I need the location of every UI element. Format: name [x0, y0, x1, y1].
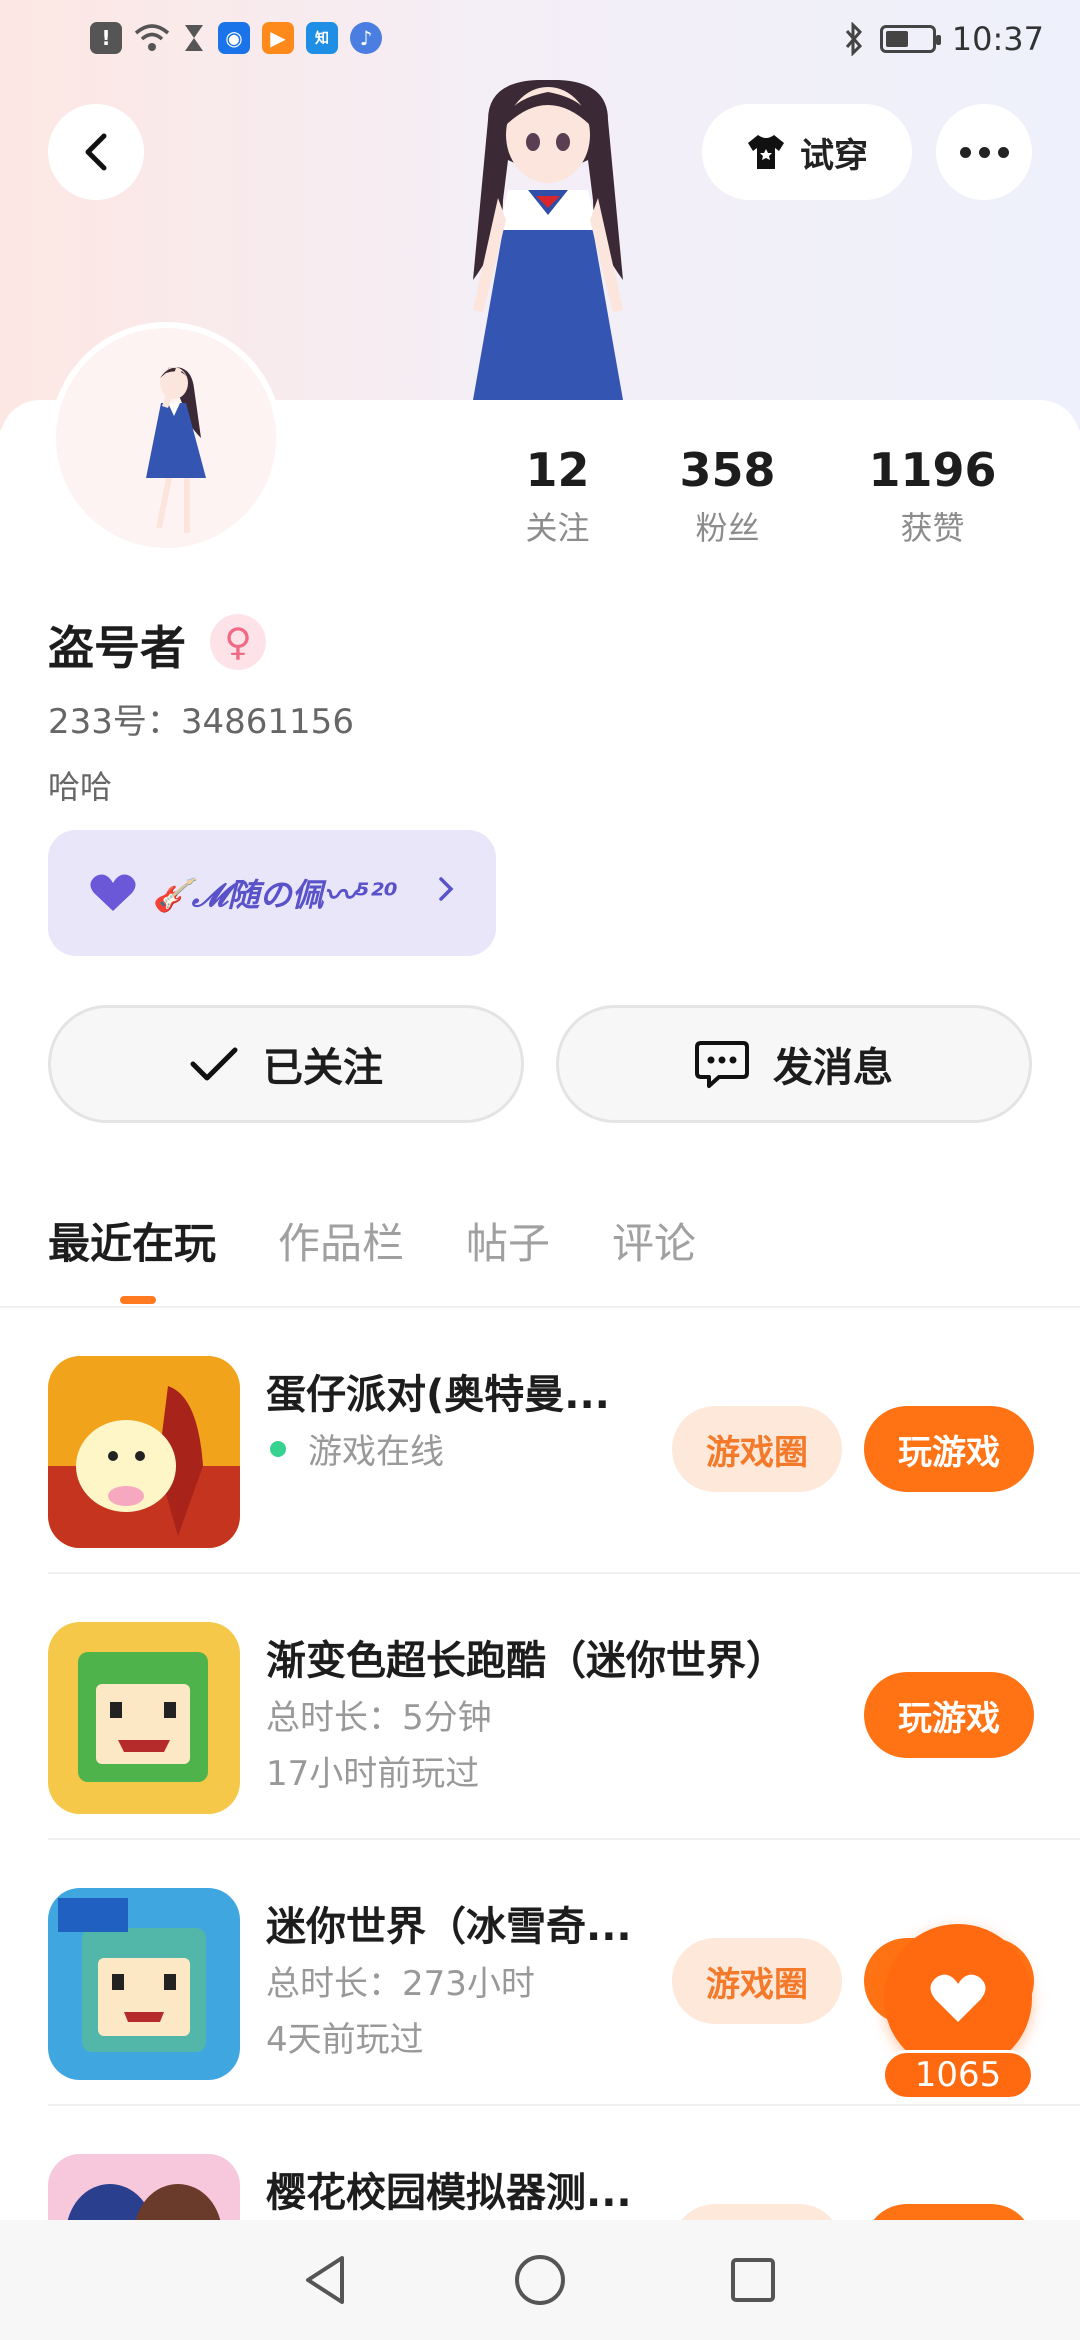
back-button[interactable]	[48, 104, 144, 200]
tab-works[interactable]: 作品栏	[278, 1210, 404, 1271]
tab-comments[interactable]: 评论	[612, 1210, 696, 1271]
try-on-button[interactable]: 试穿	[702, 104, 912, 200]
stat-following[interactable]: 12 关注	[490, 440, 625, 550]
stat-value: 1196	[868, 443, 997, 497]
game-circle-button[interactable]: 游戏圈	[672, 1938, 842, 2024]
heart-icon	[90, 874, 136, 911]
avatar-character-figure	[473, 80, 623, 400]
guild-name: 🎸𝓜随の佩〰⁵²⁰	[152, 876, 398, 914]
stat-label: 关注	[525, 509, 590, 547]
last-played: 4天前玩过	[266, 2020, 424, 2060]
game-thumbnail	[48, 1622, 240, 1814]
user-bio: 哈哈	[48, 768, 113, 806]
avatar-image	[146, 367, 206, 533]
circle-home-icon	[514, 2255, 565, 2305]
nav-back-button[interactable]	[297, 2250, 357, 2310]
try-on-label: 试穿	[800, 135, 868, 176]
stat-label: 粉丝	[695, 509, 760, 547]
triangle-back-icon	[305, 2256, 344, 2304]
user-id: 233号：34861156	[48, 702, 354, 742]
message-label: 发消息	[773, 1045, 893, 1091]
play-duration: 总时长：5分钟	[266, 1698, 492, 1738]
app-notification-icon: ◉	[218, 22, 250, 54]
chevron-left-icon	[85, 133, 107, 171]
guild-tag[interactable]: 🎸𝓜随の佩〰⁵²⁰	[48, 830, 496, 956]
game-title: 渐变色超长跑酷（迷你世界）	[266, 1638, 786, 1684]
online-status: 游戏在线	[266, 1424, 444, 1473]
game-circle-button[interactable]: 游戏圈	[672, 1406, 842, 1492]
game-title: 樱花校园模拟器测...	[266, 2170, 632, 2216]
profile-stats: 12 关注 358 粉丝 1196 获赞	[490, 440, 1050, 550]
square-recents-icon	[731, 2258, 776, 2302]
nav-recents-button[interactable]	[723, 2250, 783, 2310]
avatar[interactable]	[50, 322, 282, 554]
game-thumbnail	[48, 1888, 240, 2080]
nav-home-button[interactable]	[510, 2250, 570, 2310]
notification-icons: ! ◉ ▶ 知 ♪	[90, 22, 382, 54]
send-message-button[interactable]: 发消息	[556, 1005, 1032, 1123]
heart-icon	[930, 1974, 986, 2022]
female-gender-icon: ♀	[210, 614, 266, 670]
tab-posts[interactable]: 帖子	[466, 1210, 550, 1271]
battery-icon	[879, 25, 941, 53]
stat-value: 12	[525, 443, 590, 497]
play-game-button[interactable]: 玩游戏	[864, 1672, 1034, 1758]
hourglass-icon	[185, 25, 203, 51]
game-thumbnail	[48, 1356, 240, 1548]
tab-recently-played[interactable]: 最近在玩	[48, 1210, 216, 1271]
game-list-item[interactable]: 蛋仔派对(奥特曼... 游戏在线 游戏圈 玩游戏	[48, 1308, 1080, 1574]
play-game-button[interactable]: 玩游戏	[864, 1406, 1034, 1492]
status-bar: ! ◉ ▶ 知 ♪ 10:37	[0, 0, 1080, 84]
following-button[interactable]: 已关注	[48, 1005, 524, 1123]
chat-bubble-icon	[695, 1041, 749, 1088]
game-list-item[interactable]: 渐变色超长跑酷（迷你世界） 总时长：5分钟 17小时前玩过 玩游戏	[48, 1574, 1080, 1840]
stat-label: 获赞	[900, 509, 965, 547]
following-label: 已关注	[263, 1045, 383, 1091]
username: 盗号者	[48, 621, 186, 675]
tshirt-icon	[748, 135, 784, 169]
stat-likes[interactable]: 1196 获赞	[830, 440, 1035, 550]
status-time: 10:37	[951, 20, 1044, 58]
play-duration: 总时长：273小时	[266, 1964, 535, 2004]
bluetooth-icon	[845, 22, 862, 56]
like-count: 1065	[882, 2050, 1034, 2100]
game-title: 迷你世界（冰雪奇...	[266, 1904, 632, 1950]
checkmark-icon	[190, 1047, 238, 1081]
game-title: 蛋仔派对(奥特曼...	[266, 1372, 610, 1418]
zhihu-icon: 知	[306, 22, 338, 54]
active-tab-indicator	[120, 1296, 156, 1304]
profile-tabs: 最近在玩 作品栏 帖子 评论	[48, 1210, 696, 1271]
music-icon: ♪	[350, 22, 382, 54]
stat-followers[interactable]: 358 粉丝	[625, 440, 830, 550]
stat-value: 358	[679, 443, 776, 497]
more-options-button[interactable]	[936, 104, 1032, 200]
last-played: 17小时前玩过	[266, 1754, 480, 1794]
alert-icon: !	[90, 22, 122, 54]
video-app-icon: ▶	[262, 22, 294, 54]
online-dot-icon	[270, 1440, 286, 1457]
online-status-text: 游戏在线	[308, 1432, 444, 1472]
wifi-icon	[134, 24, 170, 51]
chevron-right-icon	[439, 877, 454, 901]
system-navigation-bar	[0, 2220, 1080, 2340]
